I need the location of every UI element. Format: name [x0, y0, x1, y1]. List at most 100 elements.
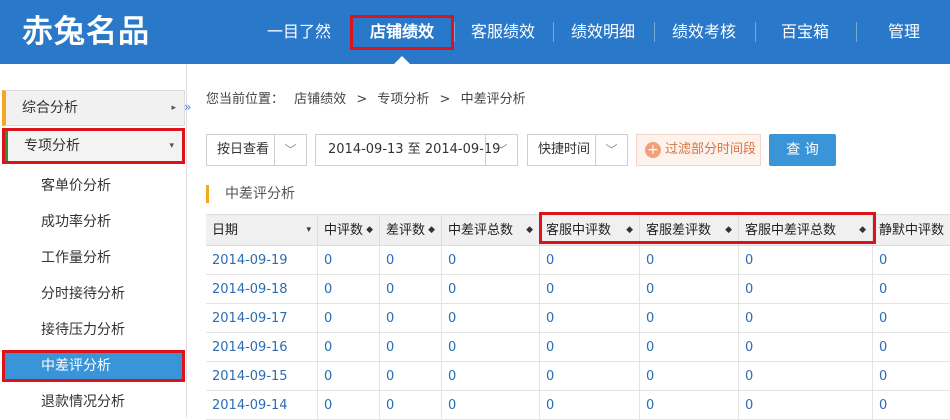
sidebar-item-workload[interactable]: 工作量分析 [41, 248, 111, 268]
cell-value[interactable]: 0 [442, 333, 540, 362]
breadcrumb: 您当前位置： 店铺绩效 > 专项分析 > 中差评分析 [206, 88, 532, 107]
cell-value[interactable]: 0 [540, 304, 640, 333]
cell-value[interactable]: 0 [739, 391, 873, 420]
cell-value[interactable]: 0 [640, 362, 739, 391]
cell-value[interactable]: 0 [442, 275, 540, 304]
cell-value[interactable]: 0 [442, 246, 540, 275]
cell-value[interactable]: 0 [318, 246, 380, 275]
cell-date[interactable]: 2014-09-15 [206, 362, 318, 391]
sort-icon[interactable]: ▾ [306, 215, 311, 246]
cell-value[interactable]: 0 [873, 304, 950, 333]
nav-active-arrow-icon [394, 56, 410, 64]
date-range-picker[interactable]: 2014-09-13 至 2014-09-19 ﹀ [315, 134, 518, 166]
nav-service-performance[interactable]: 客服绩效 [454, 0, 552, 64]
sort-icon[interactable]: ◆ [428, 215, 435, 246]
cell-value[interactable]: 0 [739, 362, 873, 391]
nav-performance-detail[interactable]: 绩效明细 [553, 0, 653, 64]
cell-value[interactable]: 0 [739, 333, 873, 362]
cell-value[interactable]: 0 [380, 246, 442, 275]
sort-icon[interactable]: ◆ [526, 215, 533, 246]
table-row: 2014-09-19 0 0 0 0 0 0 0 [206, 246, 950, 275]
table-row: 2014-09-14 0 0 0 0 0 0 0 [206, 391, 950, 420]
cell-value[interactable]: 0 [873, 333, 950, 362]
cell-value[interactable]: 0 [380, 275, 442, 304]
breadcrumb-item-current: 中差评分析 [460, 92, 526, 107]
cell-value[interactable]: 0 [873, 362, 950, 391]
plus-icon: + [645, 142, 661, 158]
sidebar-item-success-rate[interactable]: 成功率分析 [41, 212, 111, 232]
nav-performance-review[interactable]: 绩效考核 [654, 0, 754, 64]
cell-value[interactable]: 0 [318, 304, 380, 333]
breadcrumb-separator: > [439, 92, 451, 107]
quick-time-select[interactable]: 快捷时间 ﹀ [527, 134, 628, 166]
sidebar-collapse-icon[interactable]: » [184, 97, 196, 117]
column-header-total[interactable]: 中差评总数 ◆ [442, 215, 540, 246]
column-header-silent-neutral[interactable]: 静默中评数 [873, 215, 950, 246]
caret-right-icon: ▸ [171, 103, 176, 113]
cell-value[interactable]: 0 [540, 333, 640, 362]
sort-icon[interactable]: ◆ [366, 215, 373, 246]
table-row: 2014-09-18 0 0 0 0 0 0 0 [206, 275, 950, 304]
sidebar-item-neutral-negative[interactable]: 中差评分析 [2, 350, 185, 382]
cell-value[interactable]: 0 [380, 304, 442, 333]
cell-value[interactable]: 0 [380, 362, 442, 391]
app-logo[interactable]: 赤兔名品 [22, 12, 150, 52]
cell-value[interactable]: 0 [739, 246, 873, 275]
chevron-down-icon[interactable]: ﹀ [274, 135, 306, 165]
filter-time-label: 过滤部分时间段 [665, 142, 757, 157]
cell-value[interactable]: 0 [873, 275, 950, 304]
cell-value[interactable]: 0 [540, 246, 640, 275]
cell-value[interactable]: 0 [640, 304, 739, 333]
cell-value[interactable]: 0 [442, 362, 540, 391]
cell-value[interactable]: 0 [640, 391, 739, 420]
breadcrumb-prefix: 您当前位置： [206, 92, 285, 107]
cell-value[interactable]: 0 [318, 275, 380, 304]
sidebar-item-refund[interactable]: 退款情况分析 [41, 392, 125, 412]
cell-date[interactable]: 2014-09-16 [206, 333, 318, 362]
filter-time-button[interactable]: + 过滤部分时间段 [636, 134, 761, 166]
column-highlight-box [539, 212, 876, 244]
cell-value[interactable]: 0 [540, 391, 640, 420]
cell-value[interactable]: 0 [380, 333, 442, 362]
section-title: 中差评分析 [206, 185, 295, 203]
sidebar-item-unit-price[interactable]: 客单价分析 [41, 176, 111, 196]
cell-value[interactable]: 0 [640, 333, 739, 362]
table-row: 2014-09-16 0 0 0 0 0 0 0 [206, 333, 950, 362]
chevron-down-icon[interactable]: ﹀ [485, 135, 517, 165]
sidebar: 综合分析 ▸ 专项分析 ▾ 客单价分析 成功率分析 工作量分析 分时接待分析 接… [0, 64, 187, 417]
cell-date[interactable]: 2014-09-14 [206, 391, 318, 420]
breadcrumb-item[interactable]: 专项分析 [377, 92, 429, 107]
cell-value[interactable]: 0 [739, 275, 873, 304]
column-header-date[interactable]: 日期 ▾ [206, 215, 318, 246]
cell-value[interactable]: 0 [540, 275, 640, 304]
nav-toolbox[interactable]: 百宝箱 [755, 0, 855, 64]
cell-value[interactable]: 0 [540, 362, 640, 391]
breadcrumb-item[interactable]: 店铺绩效 [294, 92, 346, 107]
sidebar-item-pressure[interactable]: 接待压力分析 [41, 320, 125, 340]
cell-value[interactable]: 0 [873, 246, 950, 275]
column-header-neutral[interactable]: 中评数 ◆ [318, 215, 380, 246]
caret-down-icon: ▾ [169, 141, 174, 151]
cell-value[interactable]: 0 [318, 333, 380, 362]
sidebar-group-overall[interactable]: 综合分析 ▸ [2, 90, 185, 126]
nav-manage[interactable]: 管理 [856, 0, 950, 64]
chevron-down-icon[interactable]: ﹀ [595, 135, 627, 165]
cell-date[interactable]: 2014-09-19 [206, 246, 318, 275]
cell-value[interactable]: 0 [640, 246, 739, 275]
cell-date[interactable]: 2014-09-17 [206, 304, 318, 333]
cell-value[interactable]: 0 [442, 304, 540, 333]
cell-date[interactable]: 2014-09-18 [206, 275, 318, 304]
cell-value[interactable]: 0 [873, 391, 950, 420]
cell-value[interactable]: 0 [318, 391, 380, 420]
column-header-negative[interactable]: 差评数 ◆ [380, 215, 442, 246]
view-mode-select[interactable]: 按日查看 ﹀ [206, 134, 307, 166]
query-button[interactable]: 查 询 [769, 134, 836, 166]
cell-value[interactable]: 0 [442, 391, 540, 420]
cell-value[interactable]: 0 [318, 362, 380, 391]
cell-value[interactable]: 0 [640, 275, 739, 304]
sidebar-group-special[interactable]: 专项分析 ▾ [2, 128, 185, 164]
cell-value[interactable]: 0 [380, 391, 442, 420]
cell-value[interactable]: 0 [739, 304, 873, 333]
nav-overview[interactable]: 一目了然 [252, 0, 346, 64]
sidebar-item-hourly[interactable]: 分时接待分析 [41, 284, 125, 304]
